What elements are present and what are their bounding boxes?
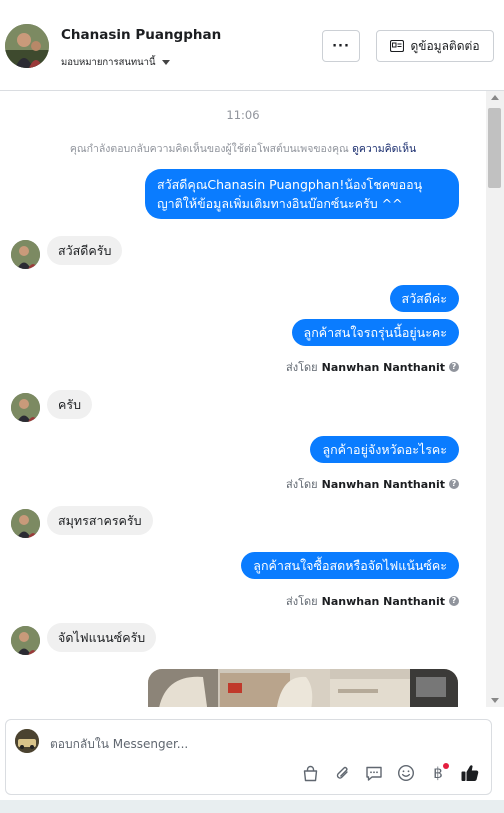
contact-avatar-small[interactable] [11, 626, 40, 655]
notice-text: คุณกำลังตอบกลับความคิดเห็นของผู้ใช้ต่อโพ… [69, 143, 349, 155]
more-icon: ··· [332, 38, 350, 54]
sent-by-label: ส่งโดย Nanwhan Nanthanit ? [286, 475, 459, 493]
contact-name[interactable]: Chanasin Puangphan [61, 27, 221, 43]
incoming-message[interactable]: ครับ [47, 390, 93, 419]
contact-avatar-small[interactable] [11, 240, 40, 269]
composer-toolbar: ฿ [299, 762, 481, 784]
sent-by-name[interactable]: Nanwhan Nanthanit [322, 478, 445, 491]
assign-label: มอบหมายการสนทนานี้ [61, 57, 156, 68]
shopping-bag-icon[interactable] [299, 762, 321, 784]
bottom-strip [0, 800, 504, 813]
paperclip-icon[interactable] [331, 762, 353, 784]
thread-scrollbar[interactable] [486, 91, 504, 707]
message-thread[interactable]: 11:06 คุณกำลังตอบกลับความคิดเห็นของผู้ใช… [0, 91, 486, 707]
outgoing-message[interactable]: สวัสดีคุณChanasin Puangphan!น้องโชคขออนุ… [145, 169, 459, 219]
contact-card-icon [390, 40, 405, 52]
sent-by-name[interactable]: Nanwhan Nanthanit [322, 361, 445, 374]
message-composer[interactable]: ตอบกลับใน Messenger... ฿ [5, 719, 492, 795]
outgoing-message[interactable]: ลูกค้าสนใจรถรุ่นนี้อยู่นะคะ [291, 319, 459, 346]
contact-avatar-small[interactable] [11, 393, 40, 422]
contact-avatar-small[interactable] [11, 509, 40, 538]
view-comment-link[interactable]: ดูความคิดเห็น [352, 143, 416, 155]
help-icon[interactable]: ? [449, 362, 459, 372]
sent-by-prefix: ส่งโดย [286, 478, 318, 491]
incoming-message[interactable]: สวัสดีครับ [47, 236, 123, 265]
sent-by-name[interactable]: Nanwhan Nanthanit [322, 595, 445, 608]
help-icon[interactable]: ? [449, 596, 459, 606]
scroll-up-arrow-icon[interactable] [491, 95, 499, 100]
comment-reply-notice: คุณกำลังตอบกลับความคิดเห็นของผู้ใช้ต่อโพ… [0, 140, 486, 157]
conversation-header: Chanasin Puangphan มอบหมายการสนทนานี้ ··… [0, 0, 504, 91]
incoming-message[interactable]: สมุทรสาครครับ [47, 506, 153, 535]
outgoing-message[interactable]: ลูกค้าสนใจซื้อสดหรือจัดไฟแน้นซ์คะ [241, 552, 459, 579]
saved-reply-icon[interactable] [363, 762, 385, 784]
message-line: ญาติให้ข้อมูลเพิ่มเติมทางอินบ๊อกซ์นะครับ… [157, 196, 403, 211]
incoming-message[interactable]: จัดไฟแนนซ์ครับ [47, 623, 157, 652]
scroll-thumb[interactable] [488, 108, 501, 188]
photo-attachment[interactable] [148, 669, 458, 707]
scroll-down-arrow-icon[interactable] [491, 698, 499, 703]
emoji-icon[interactable] [395, 762, 417, 784]
reply-input[interactable]: ตอบกลับใน Messenger... [50, 735, 188, 754]
help-icon[interactable]: ? [449, 479, 459, 489]
message-timestamp: 11:06 [226, 108, 260, 122]
outgoing-message[interactable]: ลูกค้าอยู่จังหวัดอะไรคะ [310, 436, 459, 463]
page-avatar [15, 729, 39, 753]
sent-by-prefix: ส่งโดย [286, 595, 318, 608]
more-options-button[interactable]: ··· [322, 30, 360, 62]
outgoing-message[interactable]: สวัสดีค่ะ [389, 285, 459, 312]
chevron-down-icon [161, 60, 170, 65]
view-contact-info-button[interactable]: ดูข้อมูลติดต่อ [376, 30, 494, 62]
baht-payment-icon[interactable]: ฿ [427, 762, 449, 784]
assign-conversation-dropdown[interactable]: มอบหมายการสนทนานี้ [61, 55, 170, 70]
sent-by-prefix: ส่งโดย [286, 361, 318, 374]
message-line: สวัสดีคุณChanasin Puangphan!น้องโชคขออนุ [157, 177, 423, 192]
thumbs-up-icon[interactable] [459, 762, 481, 784]
sent-by-label: ส่งโดย Nanwhan Nanthanit ? [286, 592, 459, 610]
notification-dot [443, 763, 449, 769]
view-contact-info-label: ดูข้อมูลติดต่อ [410, 38, 480, 53]
sent-by-label: ส่งโดย Nanwhan Nanthanit ? [286, 358, 459, 376]
contact-avatar[interactable] [5, 24, 49, 68]
